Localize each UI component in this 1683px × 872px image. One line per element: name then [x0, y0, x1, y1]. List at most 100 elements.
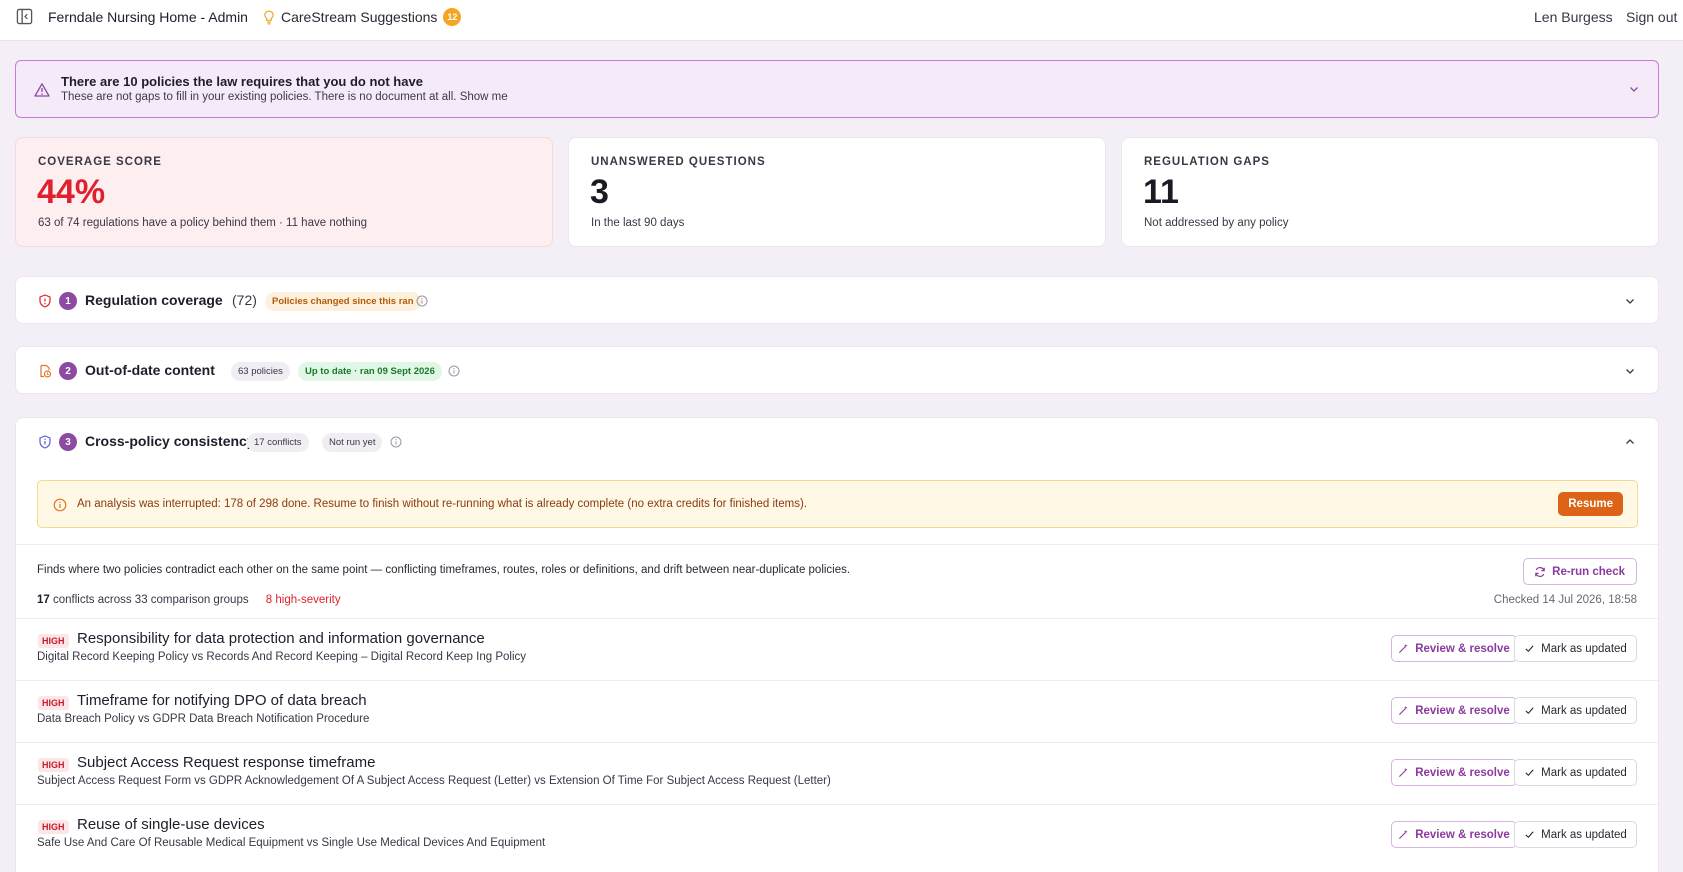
divider [16, 544, 1658, 545]
resume-button[interactable]: Resume [1558, 492, 1623, 516]
section-number-badge: 2 [59, 362, 77, 380]
severity-badge: HIGH [38, 758, 69, 772]
regulation-gaps-note: Not addressed by any policy [1144, 217, 1289, 229]
review-resolve-label: Review & resolve [1415, 642, 1510, 655]
review-resolve-button[interactable]: Review & resolve [1391, 759, 1517, 786]
conflict-policies: Safe Use And Care Of Reusable Medical Eq… [37, 837, 546, 849]
regulation-coverage-header[interactable]: 1 Regulation coverage (72) Policies chan… [16, 277, 1658, 325]
check-icon [1525, 831, 1534, 839]
suggestions-label: CareStream Suggestions [281, 9, 438, 25]
conflict-policies: Digital Record Keeping Policy vs Records… [37, 651, 527, 663]
info-icon[interactable] [448, 365, 460, 377]
conflict-title: Reuse of single-use devices [77, 816, 265, 833]
regulation-gaps-card: REGULATION GAPS 11 Not addressed by any … [1121, 137, 1659, 247]
sidebar-toggle-icon[interactable] [16, 8, 33, 25]
suggestions-link[interactable]: CareStream Suggestions 12 [263, 8, 462, 26]
chevron-down-icon[interactable] [1624, 295, 1636, 307]
chevron-down-icon[interactable] [1624, 365, 1636, 377]
lightbulb-icon [264, 10, 274, 24]
unanswered-questions-note: In the last 90 days [591, 217, 685, 229]
unanswered-questions-card: UNANSWERED QUESTIONS 3 In the last 90 da… [568, 137, 1106, 247]
conflict-title: Timeframe for notifying DPO of data brea… [77, 692, 367, 709]
coverage-score-card: COVERAGE SCORE 44% 63 of 74 regulations … [15, 137, 553, 247]
conflict-summary-text: conflicts across 33 comparison groups [53, 594, 249, 606]
mark-as-updated-button[interactable]: Mark as updated [1514, 759, 1637, 786]
suggestions-count-badge: 12 [443, 8, 462, 26]
section-title: Regulation coverage [85, 292, 223, 308]
severity-badge: HIGH [38, 820, 69, 834]
chevron-down-icon[interactable] [1628, 83, 1640, 95]
conflict-row: HIGH Subject Access Request response tim… [16, 742, 1658, 804]
review-resolve-label: Review & resolve [1415, 704, 1510, 717]
mark-as-updated-label: Mark as updated [1541, 828, 1627, 841]
rerun-check-button[interactable]: Re-run check [1523, 558, 1637, 585]
regulation-gaps-value: 11 [1143, 173, 1179, 211]
review-resolve-button[interactable]: Review & resolve [1391, 821, 1517, 848]
banner-title: There are 10 policies the law requires t… [61, 74, 423, 89]
last-checked-timestamp: Checked 14 Jul 2026, 18:58 [1493, 594, 1637, 606]
refresh-icon [1535, 566, 1545, 577]
out-of-date-content-header[interactable]: 2 Out-of-date content 63 policies Up to … [16, 347, 1658, 395]
conflict-row: HIGH Responsibility for data protection … [16, 618, 1658, 680]
check-icon [1525, 707, 1534, 715]
cross-policy-consistency-section: 3 Cross-policy consistency 17 conflicts … [15, 417, 1659, 872]
missing-policies-banner[interactable]: There are 10 policies the law requires t… [15, 60, 1659, 118]
review-resolve-label: Review & resolve [1415, 766, 1510, 779]
app-title: Ferndale Nursing Home - Admin [48, 9, 248, 25]
info-icon[interactable] [416, 295, 428, 307]
section-number-badge: 3 [59, 433, 77, 451]
high-severity-count: 8 high-severity [265, 594, 341, 606]
top-bar: Ferndale Nursing Home - Admin CareStream… [0, 0, 1683, 41]
unanswered-questions-value: 3 [590, 173, 609, 211]
mark-as-updated-label: Mark as updated [1541, 766, 1627, 779]
conflict-title: Responsibility for data protection and i… [77, 630, 485, 647]
regulation-coverage-section: 1 Regulation coverage (72) Policies chan… [15, 276, 1659, 324]
policies-count-badge: 63 policies [231, 362, 290, 381]
up-to-date-badge: Up to date · ran 09 Sept 2026 [298, 362, 442, 381]
policies-changed-badge: Policies changed since this ran [265, 292, 421, 311]
conflict-row: HIGH Timeframe for notifying DPO of data… [16, 680, 1658, 742]
section-title: Cross-policy consistency [85, 433, 255, 449]
sign-out-link[interactable]: Sign out [1626, 9, 1677, 25]
mark-as-updated-label: Mark as updated [1541, 642, 1627, 655]
coverage-score-value: 44% [37, 173, 106, 211]
review-resolve-button[interactable]: Review & resolve [1391, 635, 1517, 662]
mark-as-updated-button[interactable]: Mark as updated [1514, 821, 1637, 848]
review-resolve-button[interactable]: Review & resolve [1391, 697, 1517, 724]
regulation-gaps-label: REGULATION GAPS [1144, 156, 1270, 168]
analysis-interrupted-notice: An analysis was interrupted: 178 of 298 … [37, 480, 1638, 528]
conflict-row: HIGH Reuse of single-use devices Safe Us… [16, 804, 1658, 866]
conflict-summary: 17 conflicts across 33 comparison groups… [37, 594, 341, 606]
magic-wand-icon [1399, 643, 1408, 654]
conflicts-count-badge: 17 conflicts [247, 433, 309, 452]
check-icon [1525, 769, 1534, 777]
mark-as-updated-button[interactable]: Mark as updated [1514, 635, 1637, 662]
user-name[interactable]: Len Burgess [1534, 9, 1613, 25]
magic-wand-icon [1399, 705, 1408, 716]
shield-info-icon [39, 435, 51, 449]
banner-subtitle: These are not gaps to fill in your exist… [61, 91, 508, 103]
mark-as-updated-button[interactable]: Mark as updated [1514, 697, 1637, 724]
document-clock-icon [40, 364, 52, 378]
show-me-link[interactable]: Show me [460, 91, 508, 103]
chevron-up-icon[interactable] [1624, 436, 1636, 448]
not-run-badge: Not run yet [322, 433, 383, 452]
section-count: (72) [232, 292, 257, 308]
conflict-policies: Subject Access Request Form vs GDPR Ackn… [37, 775, 831, 787]
check-icon [1525, 645, 1534, 653]
severity-badge: HIGH [38, 696, 69, 710]
review-resolve-label: Review & resolve [1415, 828, 1510, 841]
magic-wand-icon [1399, 767, 1408, 778]
section-title: Out-of-date content [85, 362, 215, 378]
warning-icon [34, 83, 50, 97]
info-icon[interactable] [390, 436, 402, 448]
magic-wand-icon [1399, 829, 1408, 840]
conflict-title: Subject Access Request response timefram… [77, 754, 376, 771]
mark-as-updated-label: Mark as updated [1541, 704, 1627, 717]
check-description: Finds where two policies contradict each… [37, 564, 851, 576]
coverage-score-note: 63 of 74 regulations have a policy behin… [38, 217, 368, 229]
cross-policy-consistency-header[interactable]: 3 Cross-policy consistency 17 conflicts … [16, 418, 1658, 466]
rerun-check-label: Re-run check [1552, 565, 1625, 578]
shield-alert-icon [39, 294, 51, 308]
info-circle-icon [53, 498, 67, 512]
